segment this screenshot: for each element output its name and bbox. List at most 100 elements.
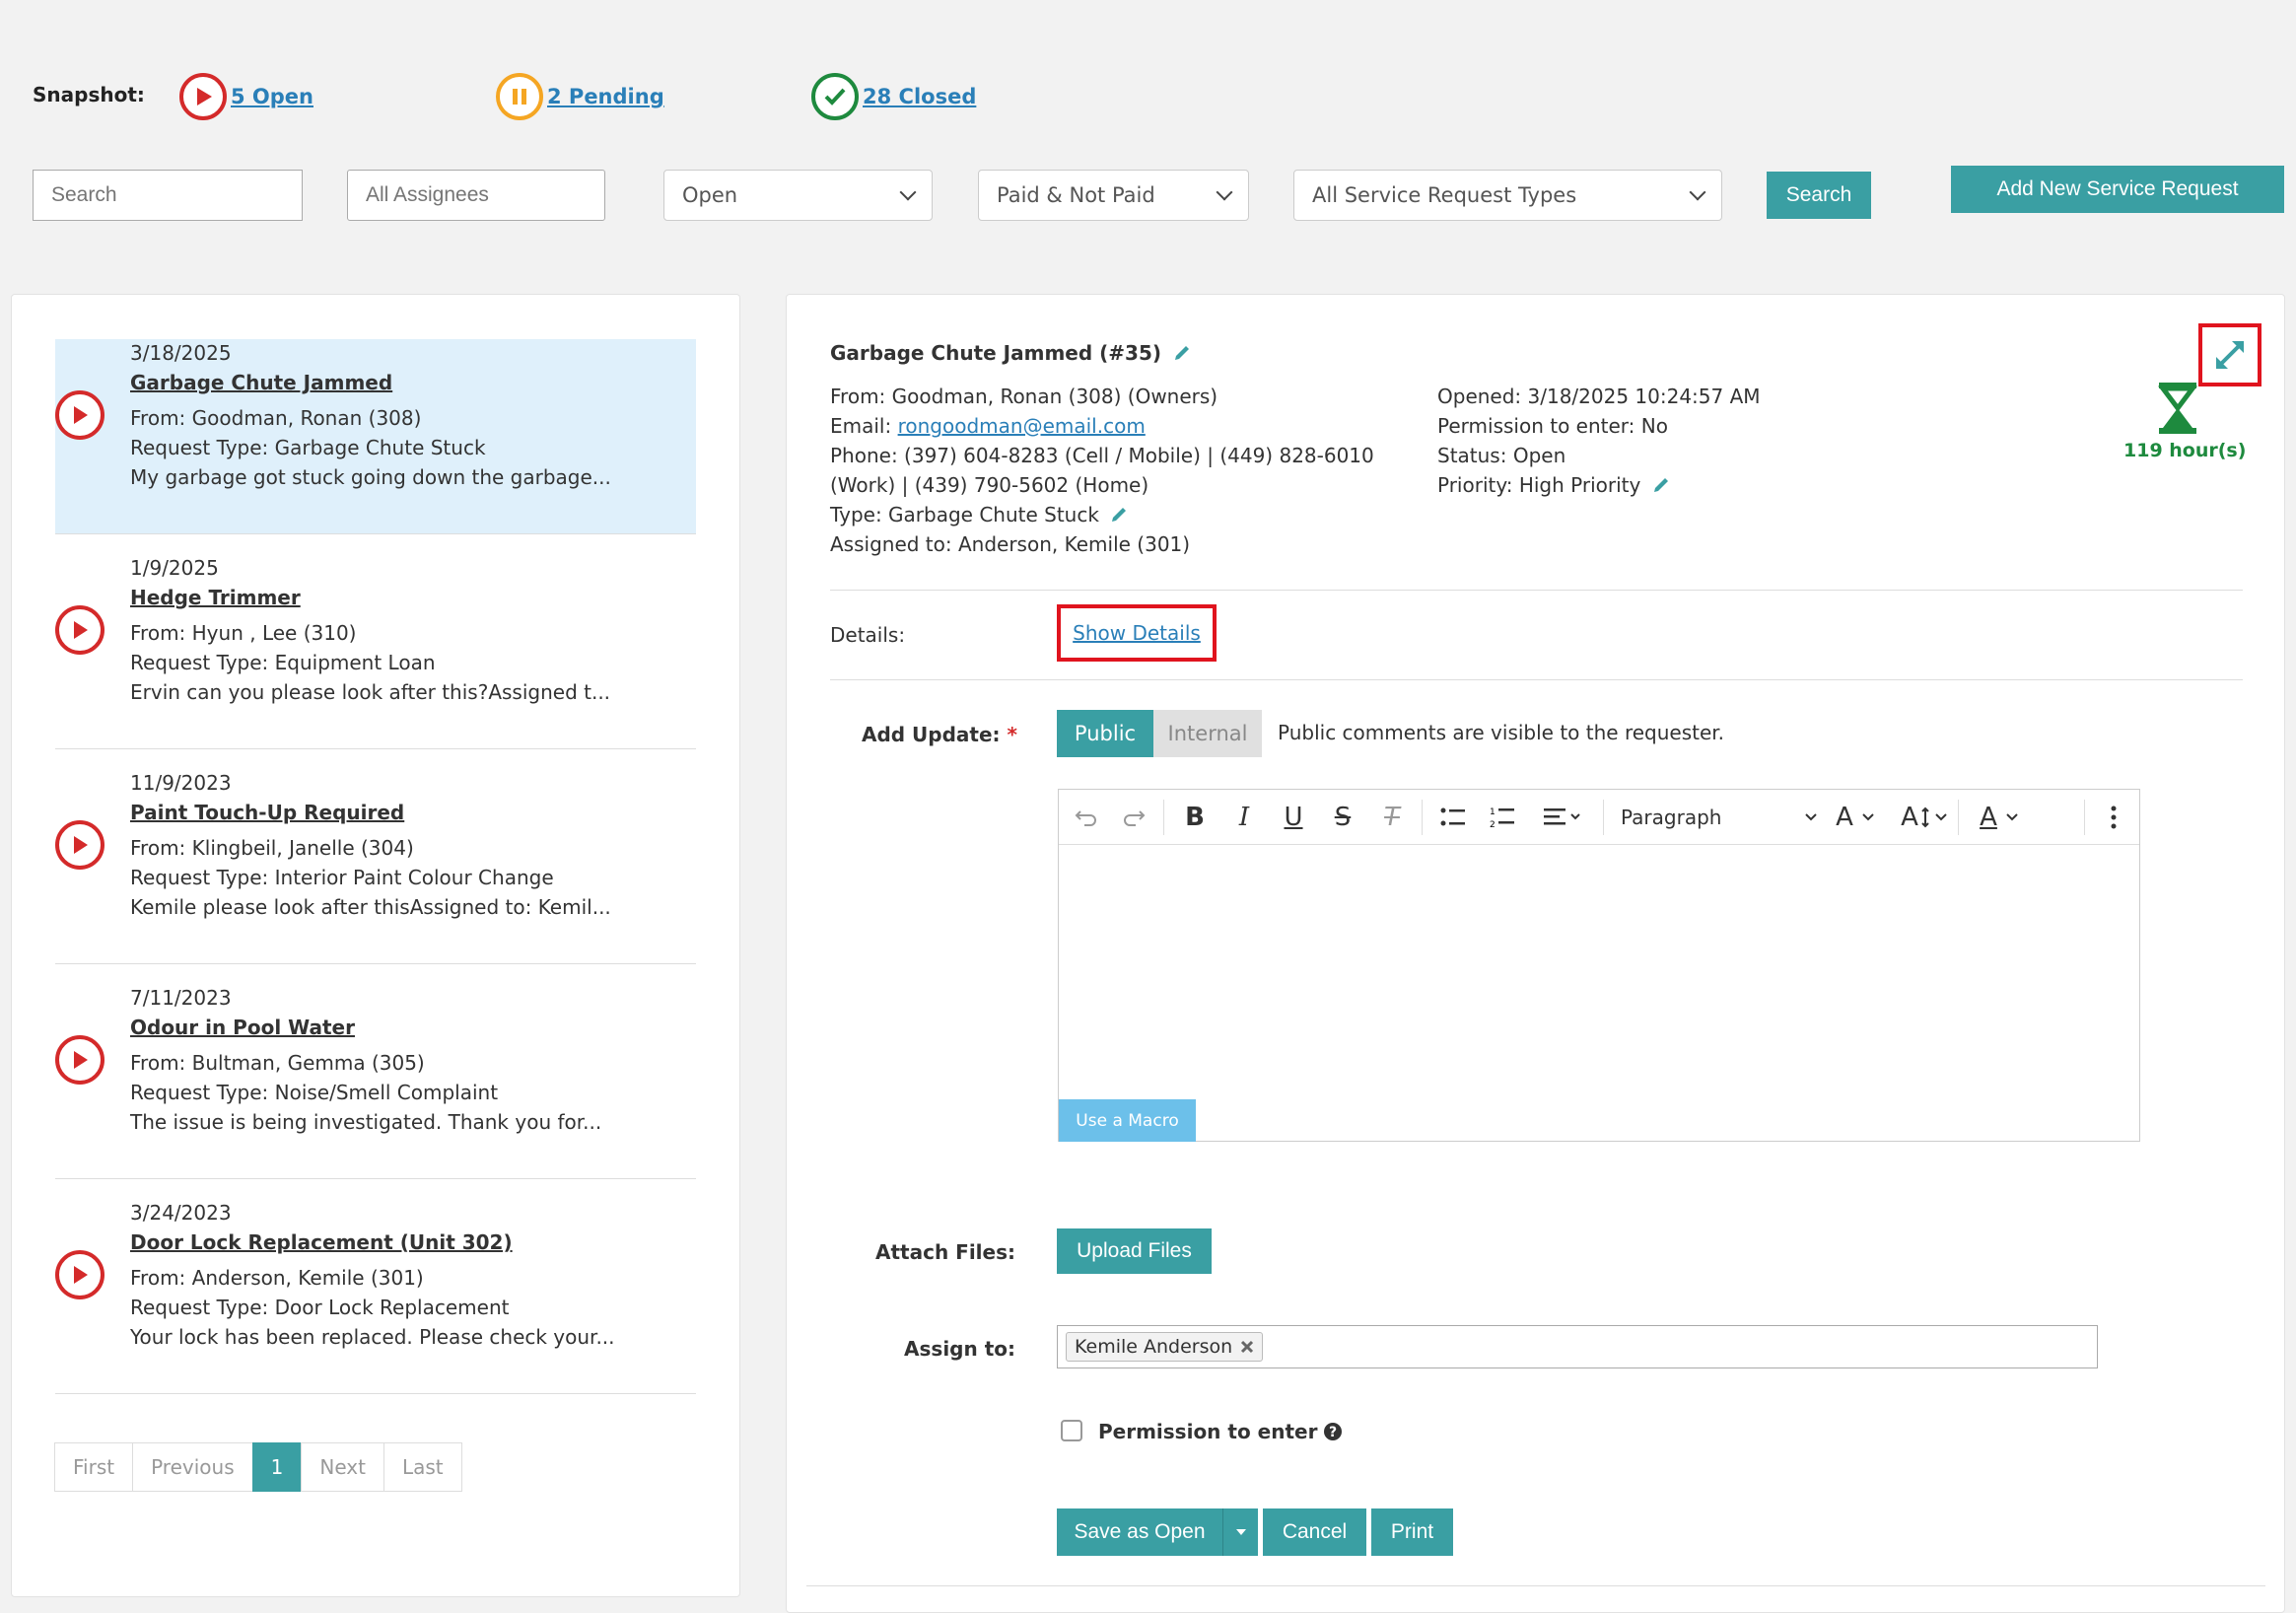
show-details-highlight: Show Details — [1057, 604, 1217, 662]
paid-select[interactable]: Paid & Not Paid — [978, 170, 1249, 221]
clear-format-button[interactable]: T — [1372, 790, 1412, 845]
more-options-icon[interactable] — [2094, 790, 2133, 845]
list-item-from: From: Klingbeil, Janelle (304) — [130, 836, 414, 860]
detail-phone-line2: (Work) | (439) 790-5602 (Home) — [830, 473, 1149, 497]
snapshot-closed[interactable]: 28 Closed — [811, 73, 976, 120]
paragraph-value: Paragraph — [1621, 806, 1722, 829]
save-as-open-button[interactable]: Save as Open — [1057, 1508, 1222, 1556]
email-label: Email: — [830, 414, 898, 438]
list-item-type: Request Type: Garbage Chute Stuck — [130, 436, 486, 459]
add-new-service-request-button[interactable]: Add New Service Request — [1951, 166, 2284, 213]
permission-checkbox-text: Permission to enter — [1098, 1420, 1318, 1443]
rich-text-editor: B I U S T 12 Paragraph A A A Use a Macro — [1058, 789, 2140, 1142]
bold-button[interactable]: B — [1175, 790, 1215, 845]
svg-text:1: 1 — [1490, 807, 1496, 817]
check-icon — [811, 73, 859, 120]
list-item-from: From: Bultman, Gemma (305) — [130, 1051, 425, 1075]
snapshot-label: Snapshot: — [33, 83, 145, 106]
permission-checkbox-label[interactable]: Permission to enter ? — [1098, 1420, 1343, 1443]
elapsed-hours: 119 hour(s) — [2123, 440, 2247, 461]
list-item-type: Request Type: Noise/Smell Complaint — [130, 1081, 499, 1104]
save-options-caret[interactable] — [1222, 1508, 1258, 1556]
add-update-text: Add Update: — [861, 723, 1001, 746]
use-macro-button[interactable]: Use a Macro — [1059, 1099, 1196, 1142]
list-item[interactable]: 3/18/2025 Garbage Chute Jammed From: Goodm… — [55, 339, 696, 534]
remove-tag-icon[interactable] — [1240, 1340, 1254, 1354]
detail-title: Garbage Chute Jammed (#35) — [830, 341, 1162, 365]
pager-next[interactable]: Next — [301, 1442, 384, 1492]
detail-permission: Permission to enter: No — [1437, 414, 1668, 438]
font-color-glyph: A — [1980, 803, 1997, 832]
redo-icon[interactable] — [1114, 790, 1153, 845]
list-item-snippet: The issue is being investigated. Thank y… — [130, 1110, 602, 1134]
cancel-button[interactable]: Cancel — [1263, 1508, 1366, 1556]
required-mark: * — [1007, 723, 1017, 746]
font-size-dropdown[interactable]: A — [1891, 790, 1958, 845]
font-color-dropdown[interactable]: A — [1966, 790, 2033, 845]
numbered-list-icon[interactable]: 12 — [1481, 790, 1524, 845]
toolbar-separator — [1422, 800, 1423, 835]
email-link[interactable]: rongoodman@email.com — [898, 414, 1146, 438]
pager-first[interactable]: First — [54, 1442, 134, 1492]
list-item[interactable]: 7/11/2023 Odour in Pool Water From: Bultma… — [55, 984, 696, 1179]
toolbar-separator — [1163, 800, 1164, 835]
italic-button[interactable]: I — [1224, 790, 1264, 845]
paid-select-value: Paid & Not Paid — [997, 183, 1155, 207]
list-item-title[interactable]: Door Lock Replacement (Unit 302) — [130, 1230, 513, 1254]
strikethrough-button[interactable]: S — [1323, 790, 1362, 845]
search-input[interactable] — [33, 170, 303, 221]
help-icon[interactable]: ? — [1323, 1422, 1343, 1441]
chevron-down-icon — [1689, 183, 1706, 201]
print-button[interactable]: Print — [1371, 1508, 1453, 1556]
detail-priority: Priority: High Priority — [1437, 473, 1641, 497]
toolbar-separator — [1603, 800, 1604, 835]
snapshot-pending[interactable]: 2 Pending — [496, 73, 664, 120]
list-item[interactable]: 3/24/2023 Door Lock Replacement (Unit 302… — [55, 1199, 696, 1394]
toolbar-separator — [2084, 800, 2085, 835]
upload-files-button[interactable]: Upload Files — [1057, 1228, 1212, 1274]
pager-last[interactable]: Last — [383, 1442, 462, 1492]
list-item-from: From: Hyun , Lee (310) — [130, 621, 357, 645]
assign-to-label: Assign to: — [904, 1337, 1015, 1361]
pending-count-link[interactable]: 2 Pending — [547, 85, 664, 108]
editor-content-area[interactable] — [1059, 845, 2139, 1141]
types-select[interactable]: All Service Request Types — [1293, 170, 1722, 221]
permission-checkbox[interactable] — [1061, 1420, 1082, 1441]
detail-email-row: Email: rongoodman@email.com — [830, 414, 1146, 438]
divider — [830, 590, 2243, 591]
visibility-tabs: Public Internal — [1057, 710, 1262, 757]
undo-icon[interactable] — [1067, 790, 1106, 845]
font-size-glyph: A — [1901, 803, 1918, 832]
list-item-title[interactable]: Garbage Chute Jammed — [130, 371, 392, 394]
list-item[interactable]: 1/9/2025 Hedge Trimmer From: Hyun , Lee (3… — [55, 554, 696, 749]
edit-pencil-icon[interactable] — [1172, 343, 1192, 363]
pager-previous[interactable]: Previous — [132, 1442, 253, 1492]
chevron-down-icon — [1216, 183, 1233, 201]
snapshot-open[interactable]: 5 Open — [179, 73, 313, 120]
list-item-title[interactable]: Odour in Pool Water — [130, 1016, 355, 1039]
open-count-link[interactable]: 5 Open — [231, 85, 313, 108]
edit-pencil-icon[interactable] — [1651, 475, 1671, 495]
expand-icon[interactable] — [2198, 323, 2261, 386]
assignee-tag: Kemile Anderson — [1066, 1332, 1264, 1362]
underline-button[interactable]: U — [1274, 790, 1313, 845]
show-details-link[interactable]: Show Details — [1073, 621, 1201, 645]
closed-count-link[interactable]: 28 Closed — [863, 85, 976, 108]
edit-pencil-icon[interactable] — [1109, 505, 1129, 525]
pager-page-1[interactable]: 1 — [251, 1442, 303, 1492]
paragraph-select[interactable]: Paragraph — [1621, 790, 1818, 845]
list-item[interactable]: 11/9/2023 Paint Touch-Up Required From: Kl… — [55, 769, 696, 964]
detail-assigned: Assigned to: Anderson, Kemile (301) — [830, 532, 1191, 556]
list-item-title[interactable]: Paint Touch-Up Required — [130, 801, 404, 824]
internal-tab[interactable]: Internal — [1153, 710, 1262, 757]
list-item-title[interactable]: Hedge Trimmer — [130, 586, 301, 609]
assign-to-field[interactable]: Kemile Anderson — [1057, 1325, 2098, 1368]
play-icon — [55, 605, 104, 655]
status-select[interactable]: Open — [663, 170, 933, 221]
assignees-input[interactable] — [347, 170, 605, 221]
font-family-dropdown[interactable]: A — [1824, 790, 1887, 845]
align-dropdown[interactable] — [1532, 790, 1595, 845]
public-tab[interactable]: Public — [1057, 710, 1153, 757]
search-button[interactable]: Search — [1767, 172, 1871, 219]
bullet-list-icon[interactable] — [1431, 790, 1475, 845]
